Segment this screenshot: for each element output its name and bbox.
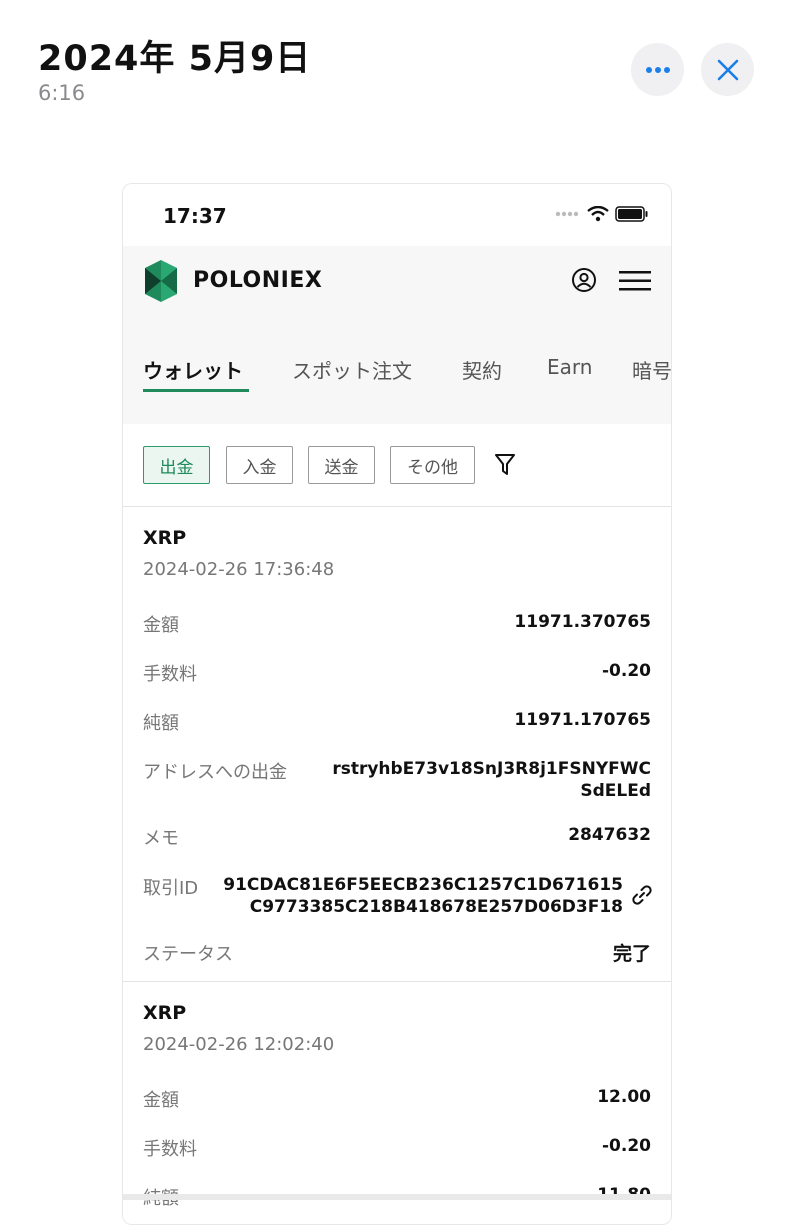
memo-label: メモ xyxy=(143,828,179,849)
poloniex-logo-icon xyxy=(145,260,177,302)
amount-value: 11971.370765 xyxy=(514,612,651,632)
phone-status-bar: 17:37 xyxy=(123,184,671,246)
status-label: ステータス xyxy=(143,944,233,965)
address-label: アドレスへの出金 xyxy=(143,762,287,783)
fee-label: 手数料 xyxy=(143,664,197,685)
record-asset: XRP xyxy=(143,527,187,549)
fee-value: -0.20 xyxy=(602,661,651,681)
filter-icon[interactable] xyxy=(494,453,516,477)
filter-transfer[interactable]: 送金 xyxy=(308,446,375,484)
tab-spot-orders[interactable]: スポット注文 xyxy=(292,355,412,384)
tab-crypto[interactable]: 暗号 xyxy=(632,355,671,384)
txid-value: 91CDAC81E6F5EECB236C1257C1D671615C977338… xyxy=(223,875,623,917)
battery-icon xyxy=(615,206,648,222)
ellipsis-icon xyxy=(645,66,670,73)
close-icon xyxy=(717,59,738,80)
transaction-record[interactable]: XRP 2024-02-26 12:02:40 金額 12.00 手数料 -0.… xyxy=(123,982,671,1224)
status-icons xyxy=(555,206,649,222)
record-datetime: 2024-02-26 12:02:40 xyxy=(143,1034,335,1055)
net-label: 純額 xyxy=(143,713,179,734)
app-header: POLONIEX ウォレット スポット注文 契約 Earn 暗号 xyxy=(123,246,671,424)
hamburger-menu-icon[interactable] xyxy=(619,270,651,292)
amount-value: 12.00 xyxy=(597,1087,651,1107)
memo-value: 2847632 xyxy=(568,825,651,845)
record-datetime: 2024-02-26 17:36:48 xyxy=(143,559,335,580)
tab-wallet[interactable]: ウォレット xyxy=(143,355,243,384)
filter-bar: 出金 入金 送金 その他 xyxy=(123,424,671,507)
user-account-icon[interactable] xyxy=(571,267,597,293)
filter-withdraw[interactable]: 出金 xyxy=(143,446,210,484)
net-value: 11971.170765 xyxy=(514,710,651,730)
status-time: 17:37 xyxy=(163,204,227,228)
wifi-icon xyxy=(587,206,609,222)
transaction-record[interactable]: XRP 2024-02-26 17:36:48 金額 11971.370765 … xyxy=(123,507,671,982)
tab-earn[interactable]: Earn xyxy=(547,355,592,379)
fee-label: 手数料 xyxy=(143,1139,197,1160)
fee-value: -0.20 xyxy=(602,1136,651,1156)
viewer-time: 6:16 xyxy=(38,81,86,105)
brand-name: POLONIEX xyxy=(193,268,323,293)
more-options-button[interactable] xyxy=(631,43,684,96)
signal-icon xyxy=(555,211,579,217)
address-value: rstryhbE73v18SnJ3R8j1FSNYFWCSdELEd xyxy=(332,759,651,801)
bottom-divider xyxy=(123,1194,671,1200)
record-asset: XRP xyxy=(143,1002,187,1024)
amount-label: 金額 xyxy=(143,615,179,636)
status-value: 完了 xyxy=(612,943,651,965)
viewer-title: 2024年 5月9日 xyxy=(38,39,312,79)
amount-label: 金額 xyxy=(143,1090,179,1111)
active-tab-indicator xyxy=(143,389,249,392)
filter-deposit[interactable]: 入金 xyxy=(226,446,293,484)
screenshot-image: 17:37 POLONIEX ウォレット スポット注文 契約 Earn 暗号 出… xyxy=(122,183,672,1225)
txid-label: 取引ID xyxy=(143,878,199,899)
tab-contracts[interactable]: 契約 xyxy=(462,355,502,384)
filter-other[interactable]: その他 xyxy=(390,446,475,484)
nav-tabs: ウォレット スポット注文 契約 Earn 暗号 xyxy=(123,351,671,391)
close-button[interactable] xyxy=(701,43,754,96)
link-icon[interactable] xyxy=(631,884,653,906)
